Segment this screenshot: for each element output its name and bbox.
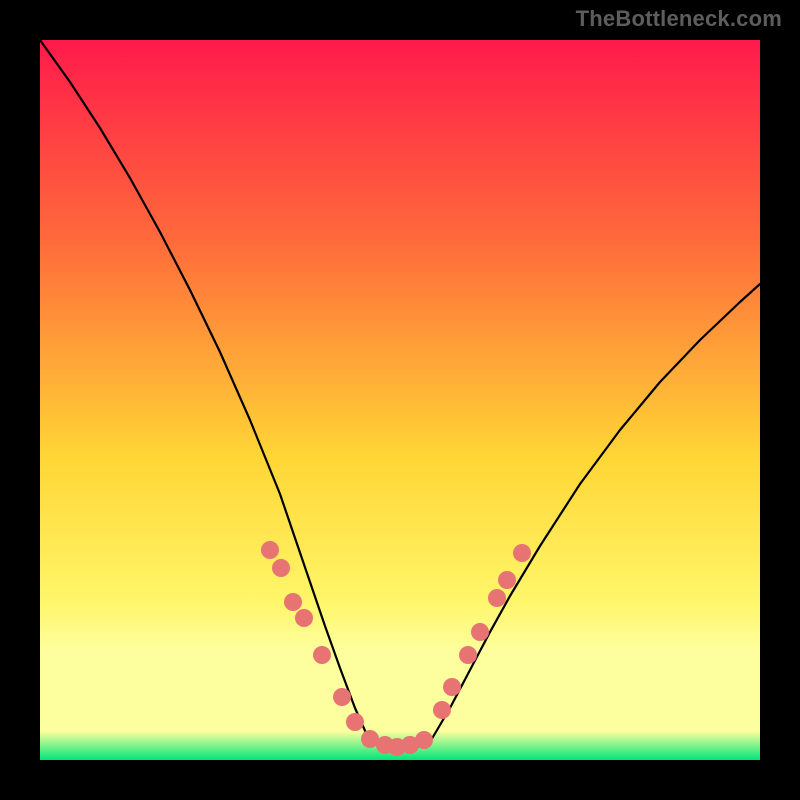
- data-point: [488, 589, 506, 607]
- data-point: [272, 559, 290, 577]
- plot-area: [40, 40, 760, 760]
- data-point: [295, 609, 313, 627]
- data-point: [333, 688, 351, 706]
- chart-frame: TheBottleneck.com: [0, 0, 800, 800]
- data-point: [498, 571, 516, 589]
- data-point: [346, 713, 364, 731]
- data-point: [471, 623, 489, 641]
- bottleneck-curve: [40, 40, 760, 750]
- curve-layer: [40, 40, 760, 760]
- attribution-text: TheBottleneck.com: [576, 6, 782, 32]
- data-point: [433, 701, 451, 719]
- data-point: [313, 646, 331, 664]
- data-point: [443, 678, 461, 696]
- data-point: [459, 646, 477, 664]
- data-point: [284, 593, 302, 611]
- data-point: [261, 541, 279, 559]
- curve-paths: [40, 40, 760, 750]
- data-point: [513, 544, 531, 562]
- data-markers: [261, 541, 531, 756]
- data-point: [415, 731, 433, 749]
